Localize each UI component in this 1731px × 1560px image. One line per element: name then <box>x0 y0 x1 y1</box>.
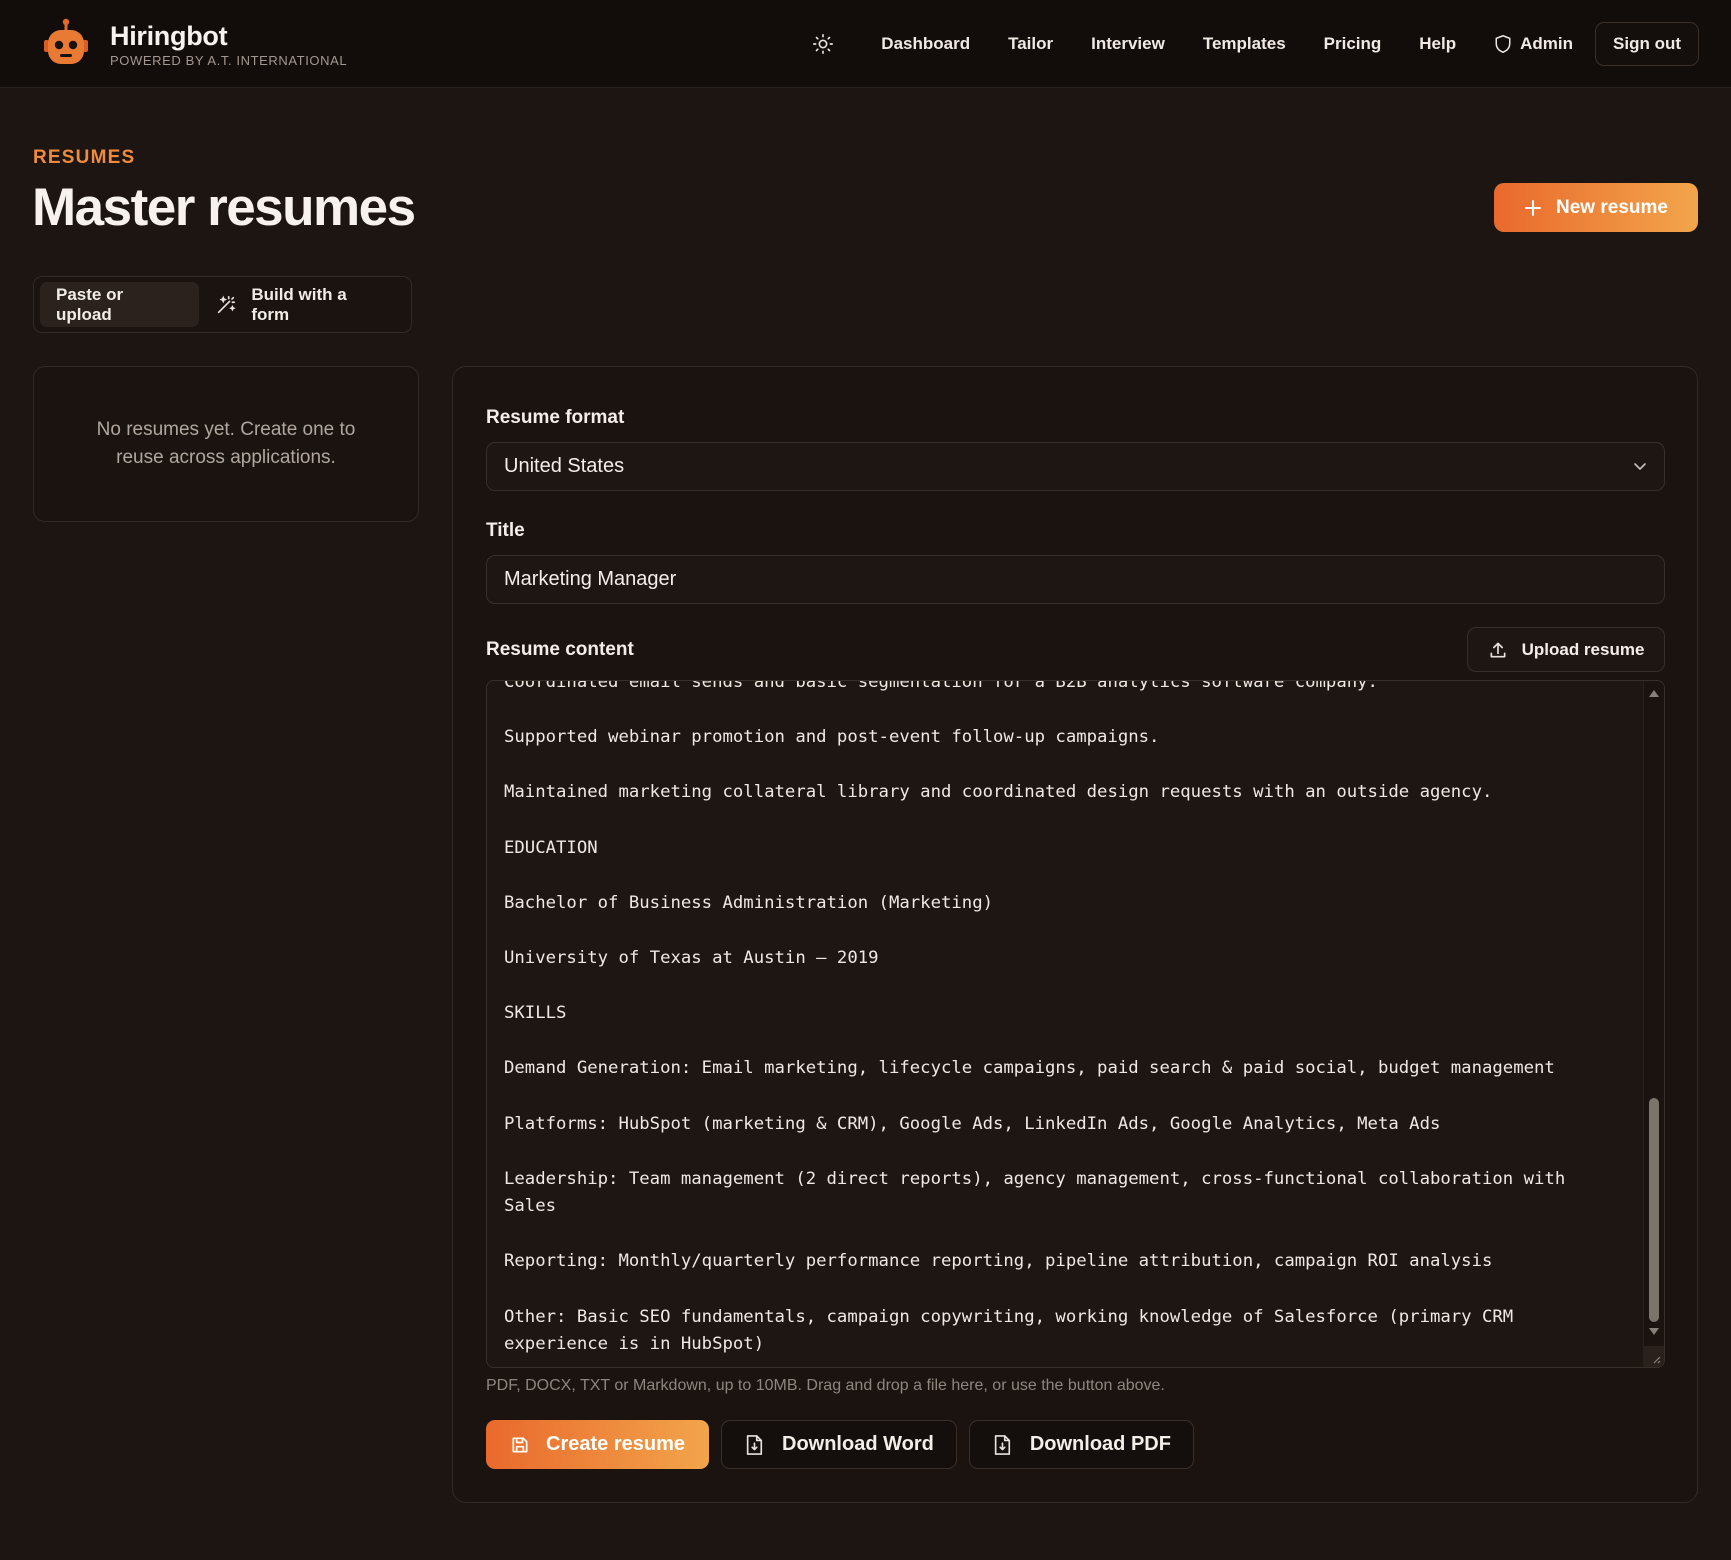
section-eyebrow: RESUMES <box>33 147 136 168</box>
content-line: SKILLS <box>504 1003 567 1024</box>
create-resume-label: Create resume <box>546 1433 685 1455</box>
content-line: Other: Basic SEO fundamentals, campaign … <box>504 1306 1524 1355</box>
resume-editor-card: Resume format United States Title Market… <box>452 366 1698 1503</box>
editor-actions: Create resume Download Word Download PDF <box>486 1420 1194 1469</box>
main-nav: Dashboard Tailor Interview Templates Pri… <box>810 21 1699 67</box>
upload-hint: PDF, DOCX, TXT or Markdown, up to 10MB. … <box>486 1377 1165 1394</box>
scroll-thumb[interactable] <box>1649 1098 1659 1322</box>
content-line: Coordinated email sends and basic segmen… <box>504 680 1378 692</box>
resume-content-textarea[interactable]: Coordinated email sends and basic segmen… <box>486 680 1665 1368</box>
tab-form-label: Build with a form <box>251 284 347 324</box>
content-line: Platforms: HubSpot (marketing & CRM), Go… <box>504 1113 1441 1134</box>
brand[interactable]: Hiringbot POWERED BY A.T. INTERNATIONAL <box>40 18 347 70</box>
upload-resume-label: Upload resume <box>1521 639 1645 659</box>
title-label: Title <box>486 520 525 541</box>
tab-paste-or-upload[interactable]: Paste or upload <box>40 282 200 327</box>
resume-content-label: Resume content <box>486 639 634 660</box>
nav-tailor[interactable]: Tailor <box>989 21 1072 67</box>
new-resume-label: New resume <box>1556 196 1668 218</box>
resume-list-empty-state: No resumes yet. Create one to reuse acro… <box>33 366 419 522</box>
nav-dashboard[interactable]: Dashboard <box>862 21 989 67</box>
nav-help[interactable]: Help <box>1400 21 1475 67</box>
brand-subtitle: POWERED BY A.T. INTERNATIONAL <box>110 52 348 68</box>
plus-icon <box>1525 199 1542 216</box>
tab-paste-label: Paste or upload <box>56 284 124 324</box>
textarea-scrollbar[interactable] <box>1643 681 1664 1367</box>
content-line: Bachelor of Business Administration (Mar… <box>504 892 993 913</box>
download-pdf-button[interactable]: Download PDF <box>968 1420 1194 1469</box>
robot-icon <box>44 18 88 64</box>
save-icon <box>512 1437 528 1452</box>
title-input-value: Marketing Manager <box>504 568 677 590</box>
chevron-down-icon <box>1634 463 1646 470</box>
top-navigation-bar: Hiringbot POWERED BY A.T. INTERNATIONAL … <box>0 0 1731 88</box>
file-download-icon <box>746 1434 763 1455</box>
resume-format-label: Resume format <box>486 407 625 428</box>
mode-tabs: Paste or upload Build with a form <box>33 276 412 333</box>
new-resume-button[interactable]: New resume <box>1494 183 1698 232</box>
content-line: Supported webinar promotion and post-eve… <box>504 727 1160 748</box>
nav-templates[interactable]: Templates <box>1184 21 1305 67</box>
download-word-button[interactable]: Download Word <box>721 1420 957 1469</box>
sun-icon <box>813 34 834 54</box>
brand-name: Hiringbot <box>110 20 228 51</box>
resume-format-select[interactable]: United States <box>486 442 1665 491</box>
title-input[interactable]: Marketing Manager <box>486 555 1665 604</box>
empty-state-text: No resumes yet. Create one to reuse acro… <box>96 419 356 468</box>
magic-wand-icon <box>218 295 236 313</box>
download-pdf-label: Download PDF <box>1029 1433 1171 1455</box>
content-line: Maintained marketing collateral library … <box>504 782 1493 803</box>
textarea-resize-handle[interactable] <box>1643 1346 1664 1367</box>
content-line: Leadership: Team management (2 direct re… <box>504 1168 1576 1217</box>
create-resume-button[interactable]: Create resume <box>486 1420 709 1469</box>
nav-admin-label: Admin <box>1520 34 1574 53</box>
content-line: Demand Generation: Email marketing, life… <box>504 1058 1555 1079</box>
content-line: EDUCATION <box>504 837 598 858</box>
scroll-up-arrow[interactable] <box>1649 690 1659 697</box>
resume-format-value: United States <box>504 455 625 477</box>
upload-icon <box>1490 642 1506 657</box>
sign-out-button[interactable]: Sign out <box>1595 22 1699 66</box>
content-line: University of Texas at Austin — 2019 <box>504 947 879 968</box>
page-title: Master resumes <box>32 178 416 237</box>
download-word-label: Download Word <box>782 1433 934 1455</box>
nav-interview[interactable]: Interview <box>1072 21 1184 67</box>
file-download-icon <box>994 1434 1010 1455</box>
nav-admin[interactable]: Admin <box>1475 21 1592 67</box>
resume-content-text: Coordinated email sends and basic segmen… <box>504 680 1624 1367</box>
resize-grip-icon <box>1653 1356 1661 1364</box>
nav-pricing[interactable]: Pricing <box>1305 21 1401 67</box>
content-line: Reporting: Monthly/quarterly performance… <box>504 1251 1493 1272</box>
scroll-down-arrow[interactable] <box>1649 1328 1659 1335</box>
tab-build-with-form[interactable]: Build with a form <box>199 282 405 327</box>
theme-toggle[interactable] <box>810 31 836 57</box>
shield-icon <box>1495 35 1511 53</box>
upload-resume-button[interactable]: Upload resume <box>1467 627 1665 672</box>
